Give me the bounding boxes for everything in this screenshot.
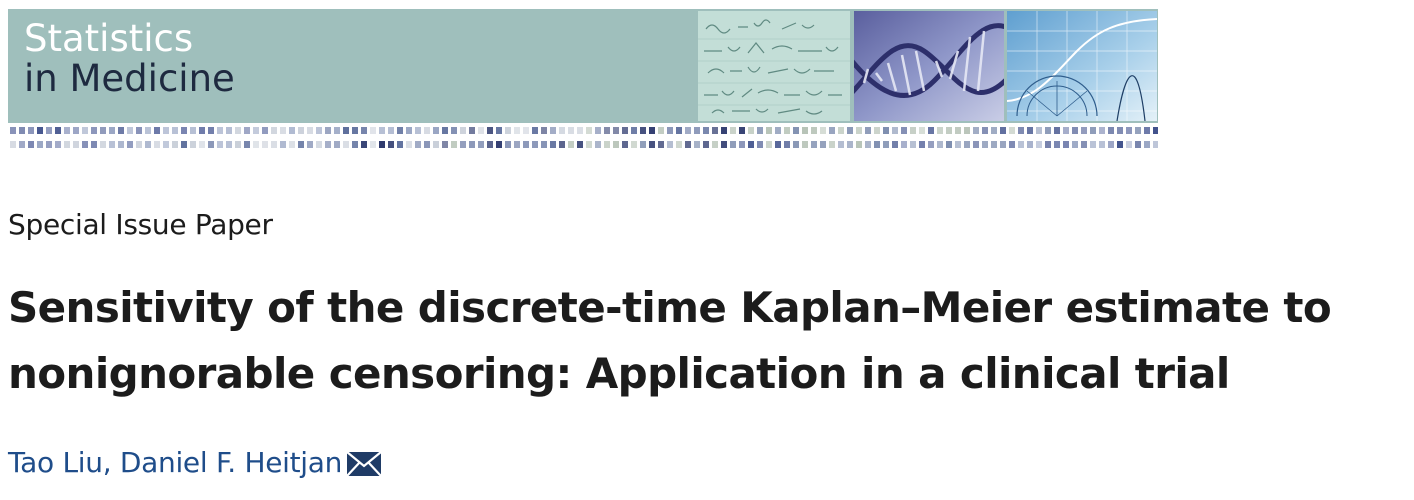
author-link[interactable]: Tao Liu [8, 446, 103, 479]
journal-title-line1: Statistics [24, 17, 194, 60]
journal-logo[interactable]: Statistics in Medicine [24, 19, 235, 99]
banner-dot-pattern [8, 125, 1158, 155]
article-type-label: Special Issue Paper [8, 208, 273, 241]
author-list: Tao Liu, Daniel F. Heitjan [8, 443, 382, 483]
author-separator: , [102, 446, 120, 479]
banner-dna-image [854, 11, 1004, 121]
banner-graph-image [1007, 11, 1157, 121]
journal-banner[interactable]: Statistics in Medicine [8, 9, 1158, 157]
journal-title-line2: in Medicine [24, 57, 235, 100]
journal-banner-background: Statistics in Medicine [8, 9, 1158, 123]
banner-formula-image [698, 11, 850, 121]
author-link[interactable]: Daniel F. Heitjan [120, 446, 342, 479]
mail-icon[interactable] [346, 451, 382, 477]
article-title: Sensitivity of the discrete-time Kaplan–… [8, 283, 1332, 398]
article-page: Statistics in Medicine Special Issue Pap… [0, 0, 1414, 500]
